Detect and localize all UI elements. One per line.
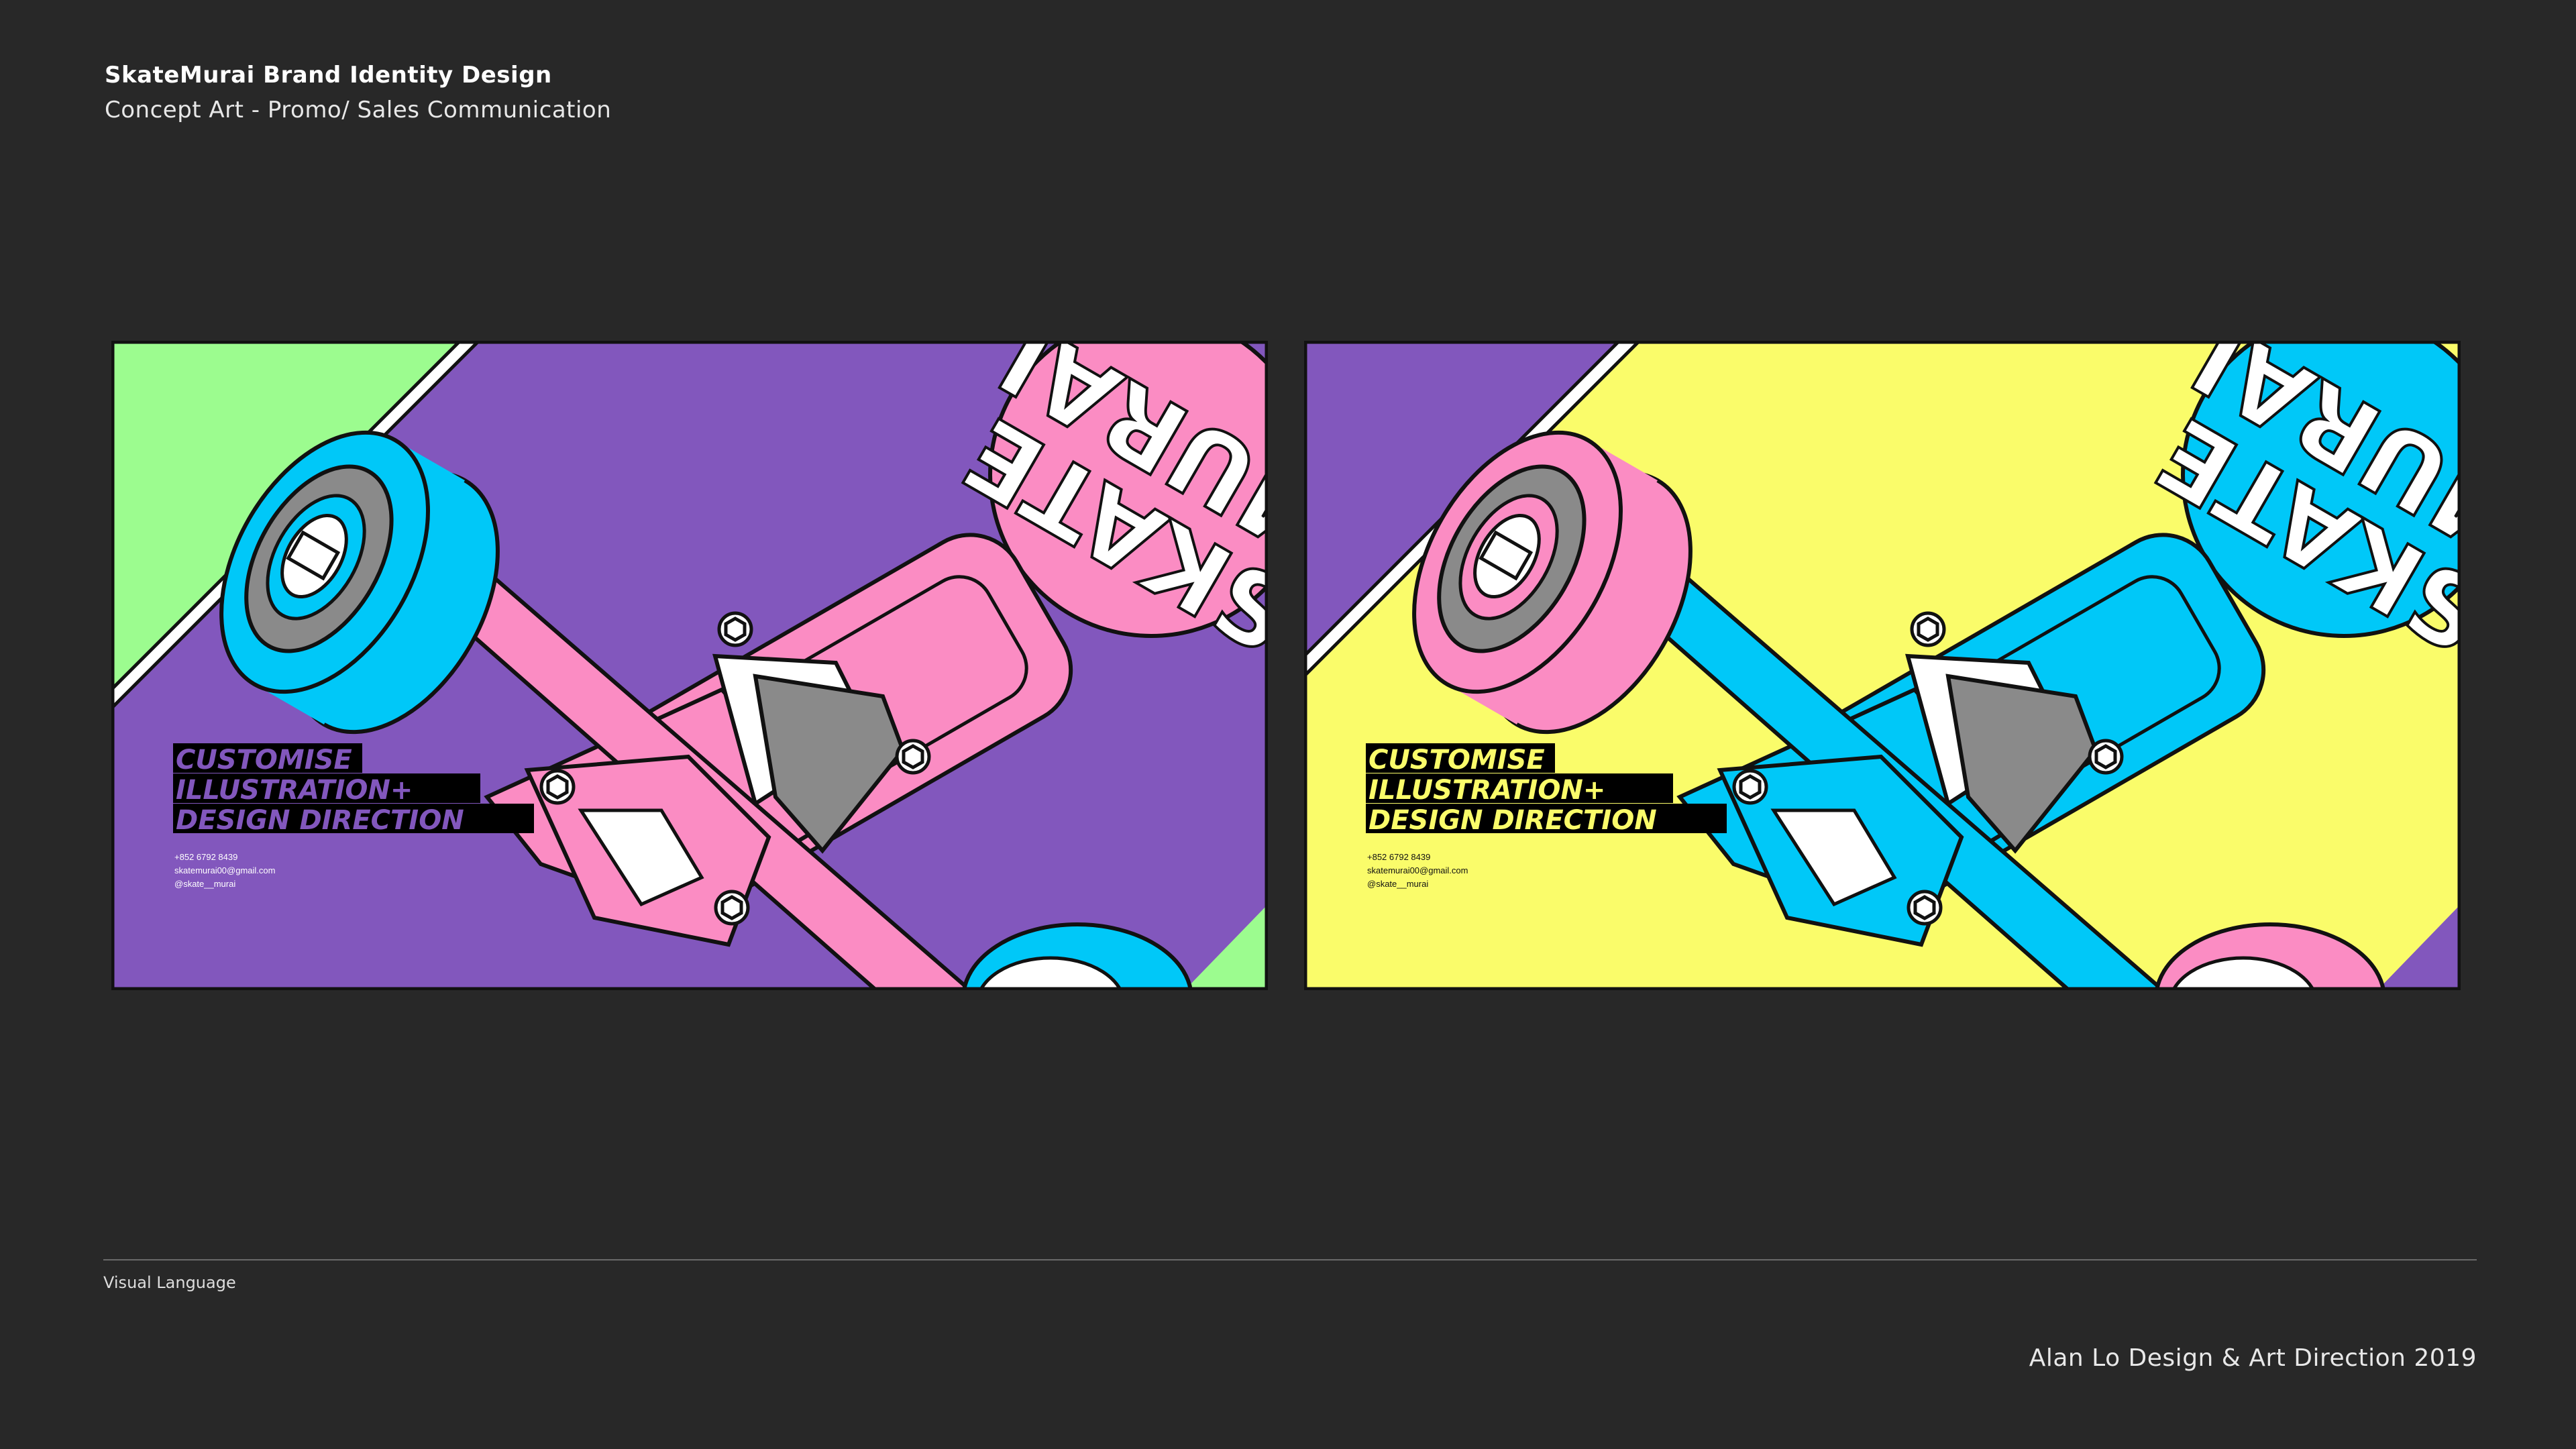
promo-card-purple: SKATE MURAI CUSTOMISE ILLUSTRATION+ DESI… [111, 341, 1268, 990]
presentation-slide: SkateMurai Brand Identity Design Concept… [0, 0, 2576, 1449]
tagline-line-2: ILLUSTRATION+ [1368, 775, 1605, 806]
tagline-line-2: ILLUSTRATION+ [176, 775, 413, 806]
section-label: Visual Language [103, 1273, 236, 1292]
page-title: SkateMurai Brand Identity Design [105, 62, 552, 89]
promo-artwork-yellow: SKATE MURAI CUSTOMISE ILLUSTRATION+ DESI… [1304, 341, 2461, 990]
tagline-line-1: CUSTOMISE [176, 745, 352, 775]
promo-card-yellow: SKATE MURAI CUSTOMISE ILLUSTRATION+ DESI… [1304, 341, 2461, 990]
contact-email: skatemurai00@gmail.com [174, 865, 275, 875]
tagline-line-1: CUSTOMISE [1368, 745, 1545, 775]
tagline-line-3: DESIGN DIRECTION [1368, 805, 1657, 836]
contact-email: skatemurai00@gmail.com [1367, 865, 1468, 875]
credit-line: Alan Lo Design & Art Direction 2019 [2029, 1344, 2477, 1372]
contact-phone: +852 6792 8439 [1367, 852, 1430, 862]
contact-phone: +852 6792 8439 [174, 852, 237, 862]
promo-artwork-purple: SKATE MURAI CUSTOMISE ILLUSTRATION+ DESI… [111, 341, 1268, 990]
tagline-line-3: DESIGN DIRECTION [176, 805, 464, 836]
contact-handle: @skate__murai [1367, 879, 1428, 889]
page-subtitle: Concept Art - Promo/ Sales Communication [105, 97, 612, 123]
contact-handle: @skate__murai [174, 879, 235, 889]
footer-divider [103, 1259, 2477, 1260]
